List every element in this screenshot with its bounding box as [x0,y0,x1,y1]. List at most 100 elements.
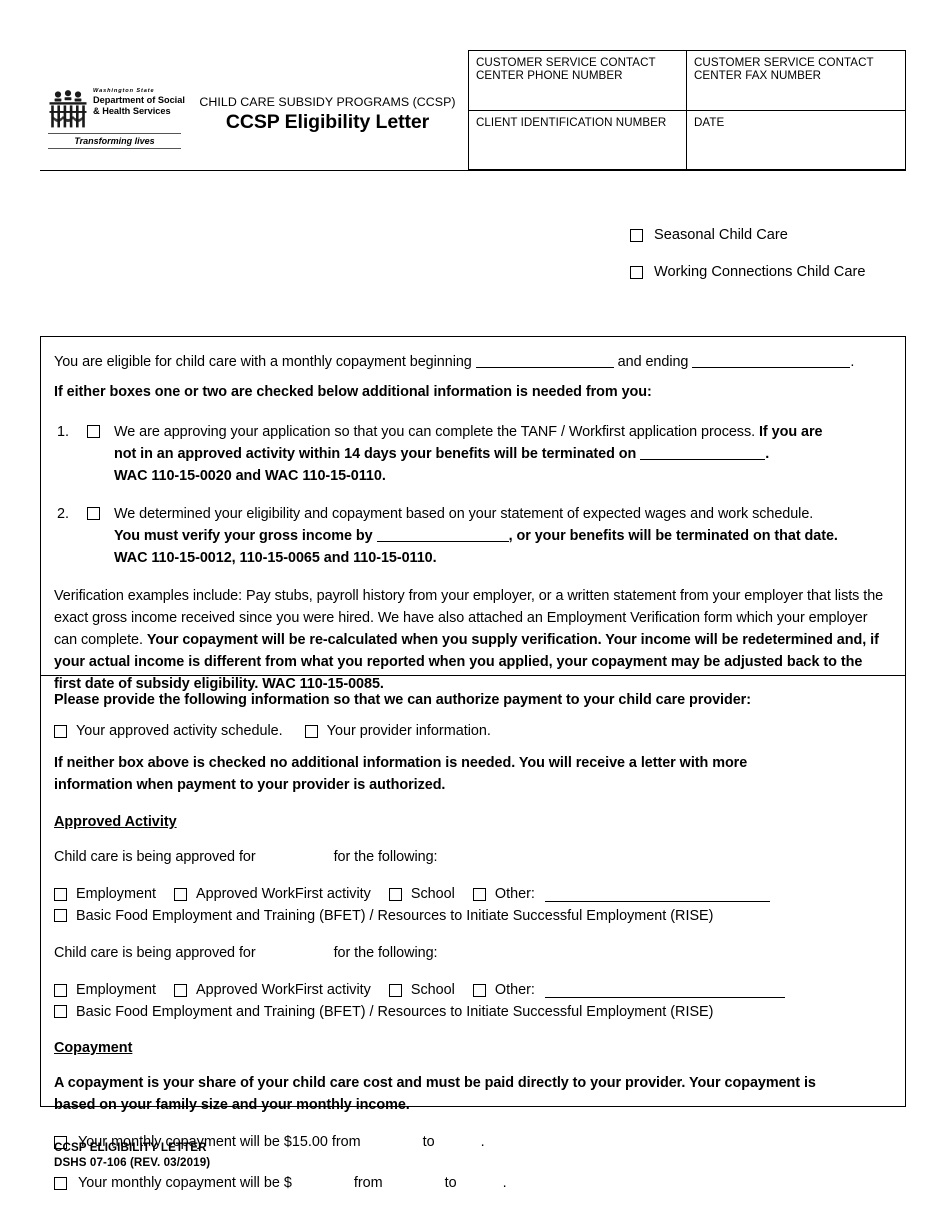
checkbox-row-working-connections-child-care[interactable]: Working Connections Child Care [630,261,910,283]
copay-2-part-2: from [353,1175,383,1191]
copay-1-part-3: . [480,1134,485,1150]
label-working-connections-child-care: Working Connections Child Care [654,263,866,280]
verification-paragraph: Verification examples include: Pay stubs… [54,585,892,695]
input-copay-ending-date[interactable] [692,354,851,368]
header-info-table: CUSTOMER SERVICE CONTACT CENTER PHONE NU… [468,50,906,171]
numbered-item-2-line-1: We determined your eligibility and copay… [114,506,814,522]
checkbox-row-activity-1-other[interactable]: Other: [472,884,535,905]
provider-section-heading: Please provide the following information… [54,692,751,708]
checkbox-row-activity-1-employment[interactable]: Employment [54,884,156,905]
provider-note-line-2: information when payment to your provide… [54,777,446,793]
checkbox-working-connections-child-care[interactable] [630,265,643,279]
numbered-item-2-line-3: WAC 110-15-0012, 110-15-0065 and 110-15-… [114,550,437,566]
checkbox-row-activity-schedule[interactable]: Your approved activity schedule. [54,721,283,742]
checkbox-activity-2-other[interactable] [472,984,486,997]
checkbox-item-1[interactable] [87,425,100,438]
checkbox-row-activity-2-workfirst[interactable]: Approved WorkFirst activity [173,980,371,1001]
checkbox-activity-1-workfirst[interactable] [173,888,187,901]
checkbox-approved-activity-schedule[interactable] [54,725,67,738]
activity-block-1-lead: Child care is being approved for for the … [54,846,892,868]
eligibility-lead-line: You are eligible for child care with a m… [54,351,892,373]
item-1-text-normal: We are approving your application so tha… [114,424,759,440]
label-activity-2-employment: Employment [76,982,156,998]
activity-1-lead-a: Child care is being approved for [54,849,256,865]
input-item-2-verify-date[interactable] [376,528,509,542]
footer-form-number: DSHS 07-106 (REV. 03/2019) [54,1155,211,1169]
header-bottom-rule [40,170,906,171]
page-title: CHILD CARE SUBSIDY PROGRAMS (CCSP) CCSP … [190,94,465,135]
checkbox-row-activity-1-school[interactable]: School [388,884,455,905]
checkbox-activity-2-bfet[interactable] [54,1005,67,1018]
checkbox-row-activity-1-bfet[interactable]: Basic Food Employment and Training (BFET… [54,906,892,926]
checkbox-activity-2-workfirst[interactable] [173,984,187,997]
checkbox-row-activity-1-workfirst[interactable]: Approved WorkFirst activity [173,884,371,905]
label-activity-1-workfirst: Approved WorkFirst activity [195,886,371,902]
logo-tagline: Transforming lives [74,136,155,146]
footer-form-name: CCSP ELIGIBILITY LETTER [54,1141,207,1154]
checkbox-row-provider-information[interactable]: Your provider information. [304,721,491,742]
checkbox-activity-1-other[interactable] [472,888,486,901]
item-1-line2-text-b: . [765,446,770,462]
numbered-item-1-number: 1. [57,424,70,440]
copay-1-part-2: to [422,1134,435,1150]
numbered-item-1-line-2: not in an approved activity within 14 da… [114,443,892,465]
input-copay-beginning-date[interactable] [475,354,614,368]
field-customer-service-phone[interactable]: CUSTOMER SERVICE CONTACT CENTER PHONE NU… [469,51,687,110]
input-activity-2-other-text[interactable] [544,981,785,998]
document-header: Washington State Department of Social & … [40,50,906,171]
activity-block-2-lead: Child care is being approved for for the … [54,942,892,964]
input-item-1-termination-date[interactable] [640,446,766,460]
label-seasonal-child-care: Seasonal Child Care [654,226,788,243]
checkbox-activity-1-employment[interactable] [54,888,67,901]
main-content-box: You are eligible for child care with a m… [40,336,906,1191]
copay-2-part-3: to [444,1175,457,1191]
checkbox-row-copayment-variable[interactable]: Your monthly copayment will be $ from to. [54,1173,892,1194]
numbered-item-1: 1. We are approving your application so … [54,421,892,487]
label-activity-2-workfirst: Approved WorkFirst activity [195,982,371,998]
field-label-phone: CUSTOMER SERVICE CONTACT CENTER PHONE NU… [476,56,656,83]
activity-2-lead-b: for the following: [333,945,438,961]
logo-dept-line-2: & Health Services [93,105,171,116]
checkbox-activity-1-school[interactable] [388,888,402,901]
numbered-item-1-line-1: We are approving your application so tha… [114,421,892,443]
checkbox-row-activity-2-school[interactable]: School [388,980,455,1001]
label-activity-1-school: School [410,886,455,902]
program-type-checkbox-group: Seasonal Child Care Working Connections … [630,224,910,298]
copayment-note-line-1: A copayment is your share of your child … [54,1075,816,1091]
field-label-fax: CUSTOMER SERVICE CONTACT CENTER FAX NUMB… [694,56,874,83]
checkbox-activity-1-bfet[interactable] [54,909,67,922]
item-2-line2-text-a: You must verify your gross income by [114,528,373,544]
checkbox-item-2[interactable] [87,507,100,520]
checkbox-row-activity-2-employment[interactable]: Employment [54,980,156,1001]
item-2-line2-text-b: , or your benefits will be terminated on… [508,528,838,544]
item-1-text-bold: If you are [758,424,823,440]
provider-and-copayment-section: Please provide the following information… [41,689,905,1194]
checkbox-row-activity-2-other[interactable]: Other: [472,980,535,1001]
copayment-variable-text: Your monthly copayment will be $ from to. [78,1173,507,1194]
document-page: Washington State Department of Social & … [0,0,950,1230]
logo-state-line: Washington State [93,88,155,94]
provider-note-line-1: If neither box above is checked no addit… [54,755,748,771]
label-provider-information: Your provider information. [326,723,491,739]
input-activity-1-other-text[interactable] [544,885,770,902]
label-activity-2-school: School [410,982,455,998]
checkbox-row-seasonal-child-care[interactable]: Seasonal Child Care [630,224,910,246]
checkbox-provider-information[interactable] [304,725,318,738]
checkbox-activity-2-school[interactable] [388,984,402,997]
document-footer: CCSP ELIGIBILITY LETTER DSHS 07-106 (REV… [54,1141,210,1170]
checkbox-row-activity-2-bfet[interactable]: Basic Food Employment and Training (BFET… [54,1002,892,1022]
activity-2-lead-a: Child care is being approved for [54,945,256,961]
eligibility-section: You are eligible for child care with a m… [41,351,905,695]
checkbox-copayment-variable[interactable] [54,1177,67,1190]
checkbox-activity-2-employment[interactable] [54,984,67,997]
label-activity-2-bfet: Basic Food Employment and Training (BFET… [76,1004,714,1020]
field-client-identification-number[interactable]: CLIENT IDENTIFICATION NUMBER [469,111,687,171]
eligibility-condition-note: If either boxes one or two are checked b… [54,384,652,400]
field-date[interactable]: DATE [687,111,905,171]
field-customer-service-fax[interactable]: CUSTOMER SERVICE CONTACT CENTER FAX NUMB… [687,51,905,110]
label-activity-1-other: Other: [494,886,535,902]
checkbox-seasonal-child-care[interactable] [630,228,643,242]
provider-options-row: Your approved activity schedule. Your pr… [54,721,892,742]
item-1-line2-text-a: not in an approved activity within 14 da… [114,446,637,462]
logo-divider-bottom [48,148,181,149]
